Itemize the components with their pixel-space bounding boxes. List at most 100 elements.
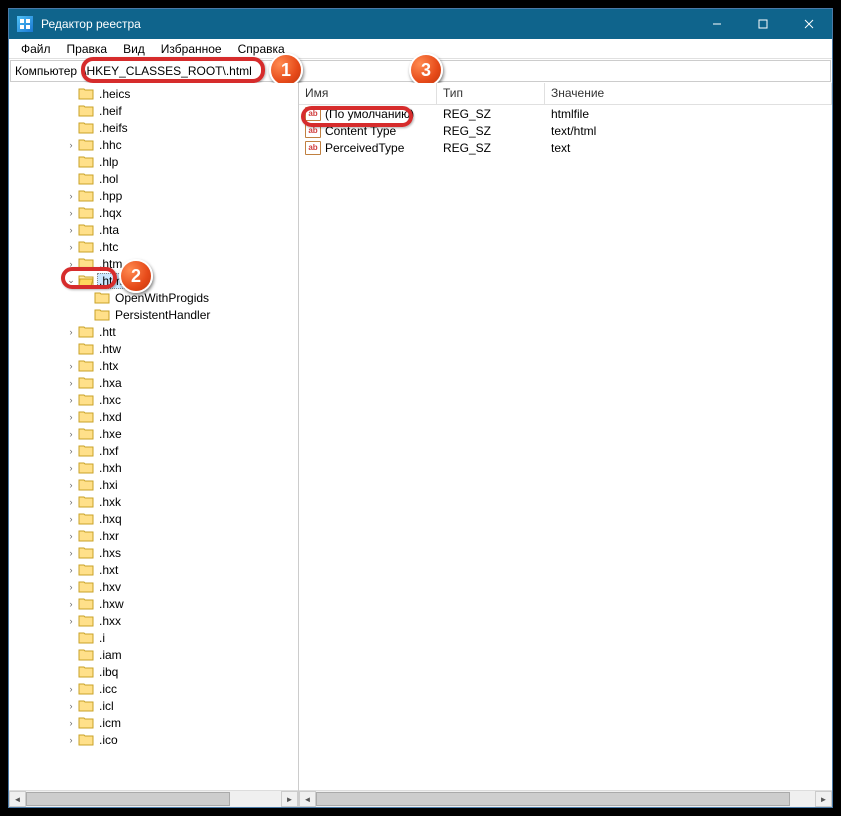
column-type[interactable]: Тип [437, 83, 545, 104]
tree-scrollbar-horizontal[interactable]: ◄ ► [9, 790, 298, 807]
scroll-left-button[interactable]: ◄ [299, 791, 316, 807]
address-bar[interactable]: Компьютер\HKEY_CLASSES_ROOT\.html 1 3 [10, 60, 831, 82]
menu-favorites[interactable]: Избранное [153, 40, 230, 58]
expand-icon[interactable]: › [65, 463, 77, 473]
expand-icon[interactable]: › [65, 565, 77, 575]
expand-icon[interactable]: › [65, 599, 77, 609]
tree-item[interactable]: ›.hxx [9, 612, 298, 629]
scroll-right-button[interactable]: ► [815, 791, 832, 807]
tree-item[interactable]: .htw [9, 340, 298, 357]
folder-icon [78, 274, 94, 287]
expand-icon[interactable]: › [65, 497, 77, 507]
menu-view[interactable]: Вид [115, 40, 153, 58]
tree-item[interactable]: ›.hxv [9, 578, 298, 595]
expand-icon[interactable]: › [65, 616, 77, 626]
tree-item[interactable]: ›.icm [9, 714, 298, 731]
tree-item[interactable]: ›.hxa [9, 374, 298, 391]
tree-item[interactable]: ›.hxf [9, 442, 298, 459]
tree-item[interactable]: ›.hxw [9, 595, 298, 612]
expand-icon[interactable]: › [65, 242, 77, 252]
tree-item[interactable]: OpenWithProgids [9, 289, 298, 306]
expand-icon[interactable]: › [65, 140, 77, 150]
menu-file[interactable]: Файл [13, 40, 59, 58]
expand-icon[interactable]: › [65, 225, 77, 235]
tree-item[interactable]: .hol [9, 170, 298, 187]
menu-help[interactable]: Справка [230, 40, 293, 58]
menu-edit[interactable]: Правка [59, 40, 116, 58]
tree-item[interactable]: ›.hxd [9, 408, 298, 425]
tree-item[interactable]: ›.htm [9, 255, 298, 272]
tree-item[interactable]: ›.hqx [9, 204, 298, 221]
expand-icon[interactable]: › [65, 327, 77, 337]
column-name[interactable]: Имя [299, 83, 437, 104]
tree-item[interactable]: ›.hxq [9, 510, 298, 527]
tree-item[interactable]: ›.hxk [9, 493, 298, 510]
scroll-thumb[interactable] [26, 792, 230, 806]
tree-item[interactable]: ›.icc [9, 680, 298, 697]
tree-item[interactable]: ›.htt [9, 323, 298, 340]
expand-icon[interactable]: › [65, 514, 77, 524]
tree-item[interactable]: ›.hxc [9, 391, 298, 408]
tree-item[interactable]: ›.hxh [9, 459, 298, 476]
expand-icon[interactable]: › [65, 429, 77, 439]
folder-icon [78, 546, 94, 559]
tree-item[interactable]: ›.icl [9, 697, 298, 714]
expand-icon[interactable]: › [65, 548, 77, 558]
tree-item[interactable]: .heifs [9, 119, 298, 136]
tree-item[interactable]: .heics [9, 85, 298, 102]
folder-icon [78, 342, 94, 355]
expand-icon[interactable]: › [65, 582, 77, 592]
expand-icon[interactable]: › [65, 531, 77, 541]
tree-item[interactable]: ›.hpp [9, 187, 298, 204]
value-row[interactable]: abContent TypeREG_SZtext/html [299, 122, 832, 139]
tree-item[interactable]: .iam [9, 646, 298, 663]
collapse-icon[interactable]: ⌄ [65, 275, 77, 286]
tree-pane[interactable]: .heics.heif.heifs›.hhc.hlp.hol›.hpp›.hqx… [9, 83, 299, 807]
value-row[interactable]: ab(По умолчанию)REG_SZhtmlfile [299, 105, 832, 122]
tree-item[interactable]: ›.hxr [9, 527, 298, 544]
list-scrollbar-horizontal[interactable]: ◄ ► [299, 790, 832, 807]
expand-icon[interactable]: › [65, 412, 77, 422]
maximize-button[interactable] [740, 9, 786, 39]
folder-icon [78, 682, 94, 695]
expand-icon[interactable]: › [65, 378, 77, 388]
tree-item[interactable]: .hlp [9, 153, 298, 170]
expand-icon[interactable]: › [65, 208, 77, 218]
expand-icon[interactable]: › [65, 361, 77, 371]
column-value[interactable]: Значение [545, 83, 832, 104]
expand-icon[interactable]: › [65, 191, 77, 201]
tree-item[interactable]: ›.hxs [9, 544, 298, 561]
expand-icon[interactable]: › [65, 735, 77, 745]
expand-icon[interactable]: › [65, 259, 77, 269]
tree-item[interactable]: PersistentHandler [9, 306, 298, 323]
scroll-right-button[interactable]: ► [281, 791, 298, 807]
scroll-thumb[interactable] [316, 792, 790, 806]
expand-icon[interactable]: › [65, 480, 77, 490]
expand-icon[interactable]: › [65, 446, 77, 456]
tree-item[interactable]: ›.ico [9, 731, 298, 748]
folder-icon [78, 597, 94, 610]
tree-item[interactable]: ›.hxi [9, 476, 298, 493]
tree-item[interactable]: ›.hhc [9, 136, 298, 153]
expand-icon[interactable]: › [65, 684, 77, 694]
tree-item[interactable]: ›.hxe [9, 425, 298, 442]
scroll-left-button[interactable]: ◄ [9, 791, 26, 807]
tree-item[interactable]: ›.htc [9, 238, 298, 255]
folder-icon [78, 189, 94, 202]
tree-item[interactable]: ›.hxt [9, 561, 298, 578]
values-pane[interactable]: Имя Тип Значение ab(По умолчанию)REG_SZh… [299, 83, 832, 807]
list-header: Имя Тип Значение [299, 83, 832, 105]
tree-item[interactable]: .i [9, 629, 298, 646]
expand-icon[interactable]: › [65, 701, 77, 711]
close-button[interactable] [786, 9, 832, 39]
tree-item[interactable]: ›.htx [9, 357, 298, 374]
tree-item[interactable]: .ibq [9, 663, 298, 680]
value-row[interactable]: abPerceivedTypeREG_SZtext [299, 139, 832, 156]
tree-item[interactable]: .heif [9, 102, 298, 119]
minimize-button[interactable] [694, 9, 740, 39]
expand-icon[interactable]: › [65, 718, 77, 728]
expand-icon[interactable]: › [65, 395, 77, 405]
tree-item[interactable]: ›.hta [9, 221, 298, 238]
tree-item[interactable]: ⌄.html [9, 272, 298, 289]
titlebar[interactable]: Редактор реестра [9, 9, 832, 39]
